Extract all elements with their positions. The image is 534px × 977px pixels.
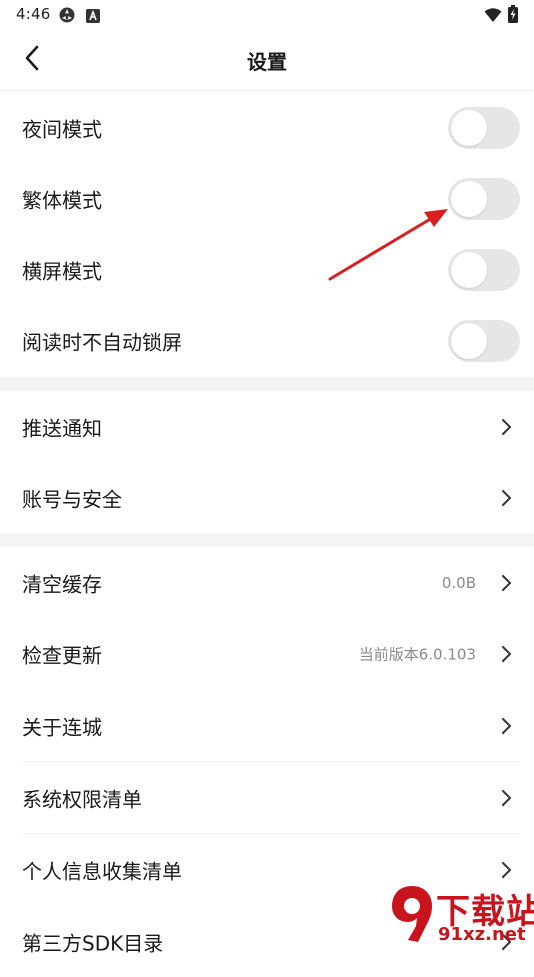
a-badge-icon (86, 8, 100, 27)
status-time: 4:46 (16, 5, 51, 23)
sync-icon (58, 6, 76, 28)
setting-row-night-mode: 夜间模式 (0, 92, 534, 163)
no-auto-lock-toggle[interactable] (448, 319, 520, 362)
toggle-knob (451, 251, 487, 288)
traditional-chinese-toggle[interactable] (448, 177, 520, 220)
account-settings-section: 推送通知 账号与安全 (0, 391, 534, 533)
chevron-right-icon (498, 489, 514, 507)
setting-row-no-auto-lock: 阅读时不自动锁屏 (0, 305, 534, 376)
section-divider (0, 533, 534, 547)
setting-row-traditional-chinese: 繁体模式 (0, 163, 534, 234)
setting-label: 检查更新 (22, 643, 102, 667)
setting-label: 系统权限清单 (22, 787, 142, 811)
setting-label: 横屏模式 (22, 259, 102, 283)
setting-label: 繁体模式 (22, 188, 102, 212)
setting-row-system-permissions[interactable]: 系统权限清单 (0, 762, 534, 833)
current-version-value: 当前版本6.0.103 (358, 645, 476, 663)
section-divider (0, 377, 534, 391)
chevron-right-icon (498, 717, 514, 735)
setting-label: 第三方SDK目录 (22, 931, 164, 955)
watermark-site: 91xz.net (438, 924, 526, 945)
setting-row-account-security[interactable]: 账号与安全 (0, 462, 534, 533)
setting-label: 推送通知 (22, 416, 102, 440)
setting-label: 阅读时不自动锁屏 (22, 330, 182, 354)
display-settings-section: 夜间模式 繁体模式 横屏模式 阅读时不自动锁屏 (0, 92, 534, 377)
setting-label: 夜间模式 (22, 117, 102, 141)
setting-label: 清空缓存 (22, 572, 102, 596)
toggle-knob (451, 322, 487, 359)
wifi-icon (484, 7, 502, 27)
nav-bar: 设置 (0, 30, 534, 91)
setting-row-about[interactable]: 关于连城 (0, 690, 534, 761)
chevron-right-icon (498, 645, 514, 663)
setting-row-push-notifications[interactable]: 推送通知 (0, 391, 534, 462)
toggle-knob (451, 109, 487, 146)
status-bar: 4:46 (0, 0, 534, 30)
toggle-knob (451, 180, 487, 217)
setting-row-clear-cache[interactable]: 清空缓存 0.0B (0, 547, 534, 618)
chevron-right-icon (498, 418, 514, 436)
battery-charging-icon (508, 5, 518, 27)
chevron-right-icon (498, 574, 514, 592)
cache-size-value: 0.0B (441, 573, 476, 592)
night-mode-toggle[interactable] (448, 106, 520, 149)
setting-label: 账号与安全 (22, 487, 122, 511)
landscape-mode-toggle[interactable] (448, 248, 520, 291)
chevron-right-icon (498, 861, 514, 879)
chevron-right-icon (498, 789, 514, 807)
setting-row-landscape: 横屏模式 (0, 234, 534, 305)
watermark-emblem (392, 886, 432, 942)
watermark-logo: 下载站 91xz.net (388, 882, 534, 948)
setting-label: 关于连城 (22, 715, 102, 739)
setting-row-check-update[interactable]: 检查更新 当前版本6.0.103 (0, 618, 534, 689)
setting-label: 个人信息收集清单 (22, 859, 182, 883)
page-title: 设置 (247, 50, 287, 74)
